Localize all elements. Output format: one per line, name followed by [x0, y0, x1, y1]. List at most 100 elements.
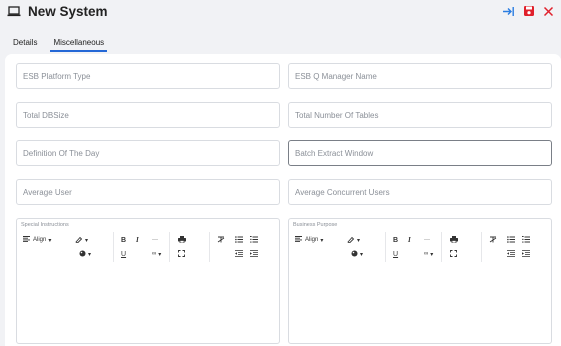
window-actions — [502, 5, 555, 18]
palette-icon — [351, 250, 358, 259]
form-panel: Special Instructions Align ▾ ▾ ▾ B I U — — [5, 54, 561, 346]
chevron-down-icon: ▾ — [360, 251, 364, 258]
brush-icon — [347, 236, 355, 245]
link-dropdown[interactable]: ∞ ▾ — [152, 249, 161, 259]
title-bar: New System — [0, 0, 561, 22]
average-concurrent-users-input[interactable] — [289, 180, 551, 204]
italic-button[interactable]: I — [136, 235, 139, 245]
align-label: Align — [33, 237, 47, 243]
indent-button[interactable] — [250, 249, 258, 259]
align-dropdown[interactable]: Align ▾ — [295, 235, 323, 245]
print-icon — [178, 235, 186, 245]
tab-details[interactable]: Details — [13, 30, 37, 52]
horizontal-rule-button[interactable]: — — [424, 235, 430, 245]
outdent-icon — [235, 249, 243, 259]
link-icon: ∞ — [424, 251, 429, 257]
chevron-down-icon: ▾ — [88, 251, 92, 258]
bold-button[interactable]: B — [393, 235, 398, 245]
close-icon[interactable] — [542, 5, 555, 18]
toolbar-divider — [481, 232, 482, 262]
clear-format-button[interactable] — [489, 235, 497, 245]
bullet-list-button[interactable] — [507, 235, 515, 245]
numbered-list-icon — [250, 235, 258, 245]
chevron-down-icon: ▾ — [85, 237, 89, 244]
esb-q-manager-name-field — [288, 63, 552, 89]
total-number-of-tables-input[interactable] — [289, 103, 551, 127]
fullscreen-button[interactable] — [178, 249, 185, 259]
brush-icon — [75, 236, 83, 245]
business-purpose-editor: Business Purpose Align ▾ ▾ ▾ B I U — ∞ ▾ — [288, 218, 552, 344]
save-icon[interactable] — [522, 5, 535, 18]
toolbar-divider — [441, 232, 442, 262]
align-icon — [295, 236, 302, 244]
tab-miscellaneous[interactable]: Miscellaneous — [50, 30, 108, 52]
toolbar-divider — [385, 232, 386, 262]
bold-button[interactable]: B — [121, 235, 126, 245]
indent-icon — [522, 249, 530, 259]
definition-of-the-day-input[interactable] — [17, 141, 279, 165]
indent-icon — [250, 249, 258, 259]
underline-button[interactable]: U — [121, 249, 126, 259]
esb-platform-type-input[interactable] — [17, 64, 279, 88]
chevron-down-icon: ▾ — [48, 237, 52, 244]
esb-platform-type-field — [16, 63, 280, 89]
numbered-list-button[interactable] — [522, 235, 530, 245]
align-dropdown[interactable]: Align ▾ — [23, 235, 51, 245]
average-concurrent-users-field — [288, 179, 552, 205]
align-icon — [23, 236, 30, 244]
special-instructions-label: Special Instructions — [21, 222, 69, 228]
outdent-icon — [507, 249, 515, 259]
clear-format-button[interactable] — [217, 235, 225, 245]
esb-q-manager-name-input[interactable] — [289, 64, 551, 88]
bullet-list-icon — [507, 235, 515, 245]
palette-icon — [79, 250, 86, 259]
batch-extract-window-input[interactable] — [289, 141, 551, 165]
bullet-list-icon — [235, 235, 243, 245]
indent-button[interactable] — [522, 249, 530, 259]
special-instructions-content[interactable] — [19, 265, 277, 341]
chevron-down-icon: ▾ — [430, 251, 434, 258]
tab-bar: Details Miscellaneous — [0, 30, 561, 52]
business-purpose-label: Business Purpose — [293, 222, 338, 228]
total-dbsize-field — [16, 102, 280, 128]
underline-button[interactable]: U — [393, 249, 398, 259]
total-number-of-tables-field — [288, 102, 552, 128]
fullscreen-icon — [450, 249, 457, 259]
total-dbsize-input[interactable] — [17, 103, 279, 127]
italic-button[interactable]: I — [408, 235, 411, 245]
horizontal-rule-button[interactable]: — — [152, 235, 158, 245]
toolbar-divider — [209, 232, 210, 262]
chevron-down-icon: ▾ — [357, 237, 361, 244]
fullscreen-icon — [178, 249, 185, 259]
export-icon[interactable] — [502, 5, 515, 18]
clear-format-icon — [489, 236, 497, 245]
outdent-button[interactable] — [235, 249, 243, 259]
clear-format-icon — [217, 236, 225, 245]
business-purpose-content[interactable] — [291, 265, 549, 341]
special-instructions-editor: Special Instructions Align ▾ ▾ ▾ B I U — — [16, 218, 280, 344]
bullet-list-button[interactable] — [235, 235, 243, 245]
text-color-dropdown[interactable]: ▾ — [347, 235, 360, 245]
fill-color-dropdown[interactable]: ▾ — [351, 249, 363, 259]
fullscreen-button[interactable] — [450, 249, 457, 259]
toolbar-divider — [169, 232, 170, 262]
editor-toolbar: Align ▾ ▾ ▾ B I U — ∞ ▾ — [293, 232, 547, 264]
chevron-down-icon: ▾ — [158, 251, 162, 258]
laptop-icon — [7, 5, 22, 17]
average-user-input[interactable] — [17, 180, 279, 204]
batch-extract-window-field — [288, 140, 552, 166]
print-icon — [450, 235, 458, 245]
numbered-list-icon — [522, 235, 530, 245]
print-button[interactable] — [178, 235, 186, 245]
outdent-button[interactable] — [507, 249, 515, 259]
print-button[interactable] — [450, 235, 458, 245]
chevron-down-icon: ▾ — [320, 237, 324, 244]
window-title: New System — [28, 3, 108, 19]
link-icon: ∞ — [152, 251, 157, 257]
average-user-field — [16, 179, 280, 205]
numbered-list-button[interactable] — [250, 235, 258, 245]
link-dropdown[interactable]: ∞ ▾ — [424, 249, 433, 259]
text-color-dropdown[interactable]: ▾ — [75, 235, 88, 245]
fill-color-dropdown[interactable]: ▾ — [79, 249, 91, 259]
toolbar-divider — [113, 232, 114, 262]
